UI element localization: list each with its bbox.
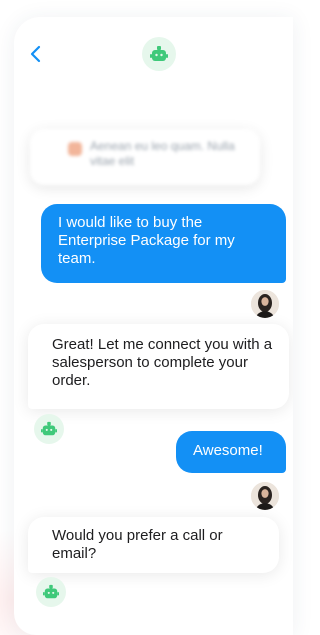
avatar (250, 481, 280, 511)
chat-window: Aenean eu leo quam. Nulla vitae elit I w… (14, 17, 293, 635)
blurred-message: Aenean eu leo quam. Nulla vitae elit (30, 129, 260, 185)
message-text: Awesome! (193, 442, 263, 459)
bot-avatar (34, 414, 64, 444)
bot-message: Great! Let me connect you with a salespe… (28, 324, 289, 409)
robot-icon (41, 421, 57, 437)
message-text: Would you prefer a call or email? (52, 527, 223, 562)
user-message: I would like to buy the Enterprise Packa… (41, 204, 286, 283)
emoji-icon (68, 142, 82, 156)
chevron-left-icon (27, 44, 45, 64)
message-text: I would like to buy the Enterprise Packa… (58, 214, 235, 267)
robot-icon (43, 584, 59, 600)
bot-avatar-header (142, 37, 176, 71)
robot-icon (150, 45, 168, 63)
avatar (250, 289, 280, 319)
bot-avatar (36, 577, 66, 607)
user-message: Awesome! (176, 431, 286, 473)
back-button[interactable] (27, 44, 45, 64)
bot-message: Would you prefer a call or email? (28, 517, 279, 573)
message-text: Aenean eu leo quam. Nulla vitae elit (90, 139, 235, 168)
message-text: Great! Let me connect you with a salespe… (52, 336, 273, 389)
